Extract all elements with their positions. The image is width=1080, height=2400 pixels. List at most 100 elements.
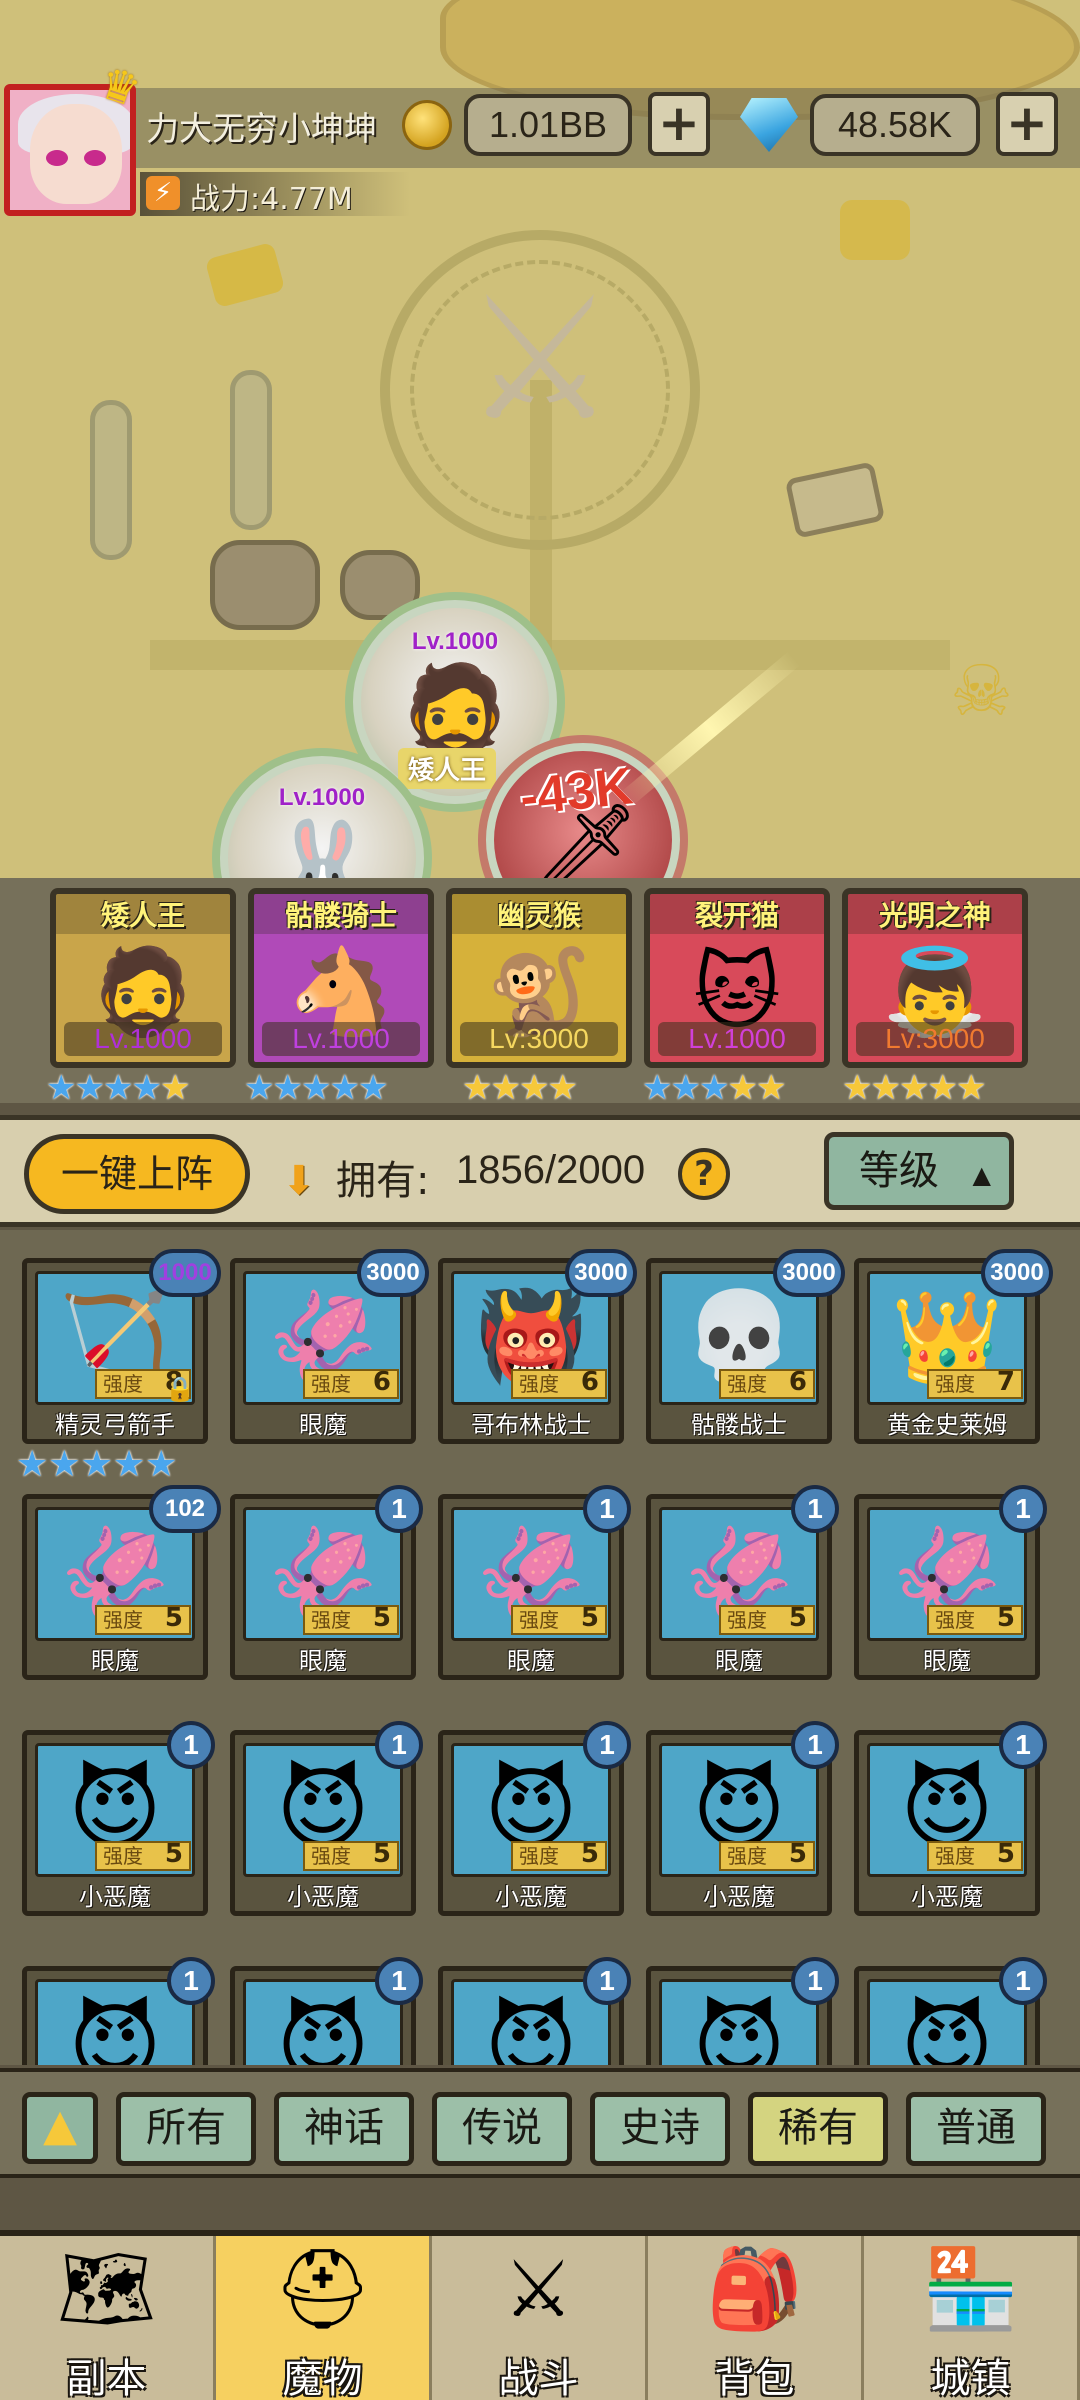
power-rating: 强度 5 [303, 1841, 399, 1871]
power-label: 强度 [519, 1372, 559, 1396]
hero-level: Lv:3000 [460, 1022, 618, 1056]
nav-item[interactable]: ⛑ 魔物 [216, 2236, 432, 2400]
gold-star-icon: ★ [927, 1068, 958, 1108]
monster-card[interactable]: 😈 1 [854, 1957, 1047, 2066]
top-hud: ♛ 力大无穷小坤坤 1.01BB + 48.58K + ⚡ 战力:4.77M [0, 57, 1080, 217]
hero-name: 矮人王 [56, 894, 230, 934]
power-value: 5 [788, 1839, 807, 1869]
combat-power: ⚡ 战力:4.77M [140, 172, 410, 217]
power-rating: 强度 5 [511, 1841, 607, 1871]
monster-card[interactable]: 🦑 强度 5 眼魔 102 [22, 1485, 221, 1680]
collapse-button[interactable]: ▲ [22, 2092, 98, 2164]
map-marker[interactable] [840, 200, 910, 260]
power-label: 强度 [935, 1844, 975, 1868]
hero-name: 矮人王 [398, 748, 497, 789]
filter-button[interactable]: 所有 [116, 2092, 256, 2166]
power-label: 强度 [935, 1608, 975, 1632]
monster-card[interactable]: 💀 强度 6 骷髅战士 3000 [646, 1249, 845, 1444]
monster-name: 眼魔 [923, 1647, 971, 1675]
hero-name: 骷髅骑士 [254, 894, 428, 934]
skull-icon[interactable]: ☠ [950, 650, 1013, 732]
count-badge: 1 [167, 1721, 215, 1769]
count-badge: 1 [791, 1957, 839, 2005]
power-rating: 强度 5 [719, 1605, 815, 1635]
monster-card[interactable]: 😈 强度 5 小恶魔 1 [646, 1721, 839, 1916]
lineup-card[interactable]: 裂开猫 🐱 Lv.1000 [644, 888, 830, 1068]
monster-card[interactable]: 😈 1 [230, 1957, 423, 2065]
gold-star-icon: ★ [870, 1068, 901, 1108]
sort-by-level-button[interactable]: 等级 ▲ [824, 1132, 1014, 1210]
power-icon: ⚡ [146, 176, 180, 210]
owned-count: 1856/2000 [456, 1148, 646, 1192]
count-badge: 1 [999, 1957, 1047, 2005]
map-marker[interactable] [204, 241, 286, 309]
monster-card[interactable]: 🦑 强度 5 眼魔 1 [646, 1485, 839, 1680]
lineup-card[interactable]: 光明之神 👼 Lv:3000 [842, 888, 1028, 1068]
monster-card[interactable]: 😈 1 [646, 1957, 839, 2066]
monster-card[interactable]: 😈 强度 5 小恶魔 1 [230, 1721, 423, 1916]
monster-sprite: 😈 [692, 1993, 786, 2066]
add-gold-button[interactable]: + [648, 92, 710, 156]
monster-card[interactable]: 👑 强度 7 黄金史莱姆 3000 [854, 1249, 1053, 1444]
monster-card[interactable]: 😈 1 [22, 1957, 215, 2066]
power-rating: 强度 5 [95, 1841, 191, 1871]
monster-card[interactable]: 👹 强度 6 哥布林战士 3000 [438, 1249, 637, 1444]
filter-button[interactable]: 普通 [906, 2092, 1046, 2166]
add-gems-button[interactable]: + [996, 92, 1058, 156]
filter-button[interactable]: 传说 [432, 2092, 572, 2166]
monster-card[interactable]: 🦑 强度 5 眼魔 1 [230, 1485, 423, 1680]
nav-item[interactable]: ⚔ 战斗 [432, 2236, 648, 2400]
help-icon[interactable]: ? [678, 1148, 730, 1200]
gold-star-icon: ★ [955, 1068, 987, 1108]
power-rating: 强度 7 [927, 1369, 1023, 1399]
count-badge: 1 [375, 1957, 423, 2005]
filter-button[interactable]: 史诗 [590, 2092, 730, 2166]
monster-card[interactable]: 🏹 强度 8 🔒 精灵弓箭手 1000 [22, 1249, 221, 1444]
monster-name: 黄金史莱姆 [887, 1411, 1007, 1439]
power-value: 5 [580, 1839, 599, 1869]
blue-star-icon: ★ [112, 1444, 146, 1485]
monster-card[interactable]: 😈 强度 5 小恶魔 1 [438, 1721, 631, 1916]
count-badge: 1 [791, 1485, 839, 1533]
nav-label: 城镇 [930, 2356, 1011, 2400]
monster-sprite: 😈 [900, 1993, 994, 2066]
slash-effect [619, 651, 801, 807]
blue-star-icon: ★ [244, 1068, 275, 1108]
power-label: 强度 [103, 1372, 143, 1396]
power-label: 强度 [103, 1608, 143, 1632]
gold-amount: 1.01BB [464, 94, 632, 156]
team-lineup: 矮人王 🧔 Lv.1000 骷髅骑士 🐴 Lv.1000 幽灵猴 🐒 Lv:30… [0, 878, 1080, 1106]
blue-star-icon: ★ [300, 1068, 332, 1108]
monster-card[interactable]: 😈 强度 5 小恶魔 1 [854, 1721, 1047, 1916]
monster-card[interactable]: 🦑 强度 5 眼魔 1 [854, 1485, 1047, 1680]
power-rating: 强度 5 [511, 1605, 607, 1635]
lineup-card[interactable]: 骷髅骑士 🐴 Lv.1000 [248, 888, 434, 1068]
filter-button[interactable]: 稀有 [748, 2092, 888, 2166]
power-value: 5 [372, 1603, 391, 1633]
monster-card[interactable]: 🦑 强度 6 眼魔 3000 [230, 1249, 429, 1444]
filter-button[interactable]: 神话 [274, 2092, 414, 2166]
monster-card[interactable]: 😈 强度 5 小恶魔 1 [22, 1721, 215, 1916]
crossed-swords-icon[interactable]: ⚔ [430, 260, 650, 460]
gold-star-icon: ★ [755, 1068, 787, 1108]
monster-sprite: 😈 [68, 1993, 162, 2066]
auto-deploy-button[interactable]: 一键上阵 [24, 1134, 250, 1214]
monster-name: 眼魔 [715, 1647, 763, 1675]
lineup-card[interactable]: 矮人王 🧔 Lv.1000 [50, 888, 236, 1068]
power-rating: 强度 5 [927, 1841, 1023, 1871]
power-value: 7 [996, 1367, 1015, 1397]
nav-item[interactable]: 🎒 背包 [648, 2236, 864, 2400]
power-label: 强度 [311, 1844, 351, 1868]
sort-label: 等级 [859, 1148, 939, 1194]
monster-card[interactable]: 🦑 强度 5 眼魔 1 [438, 1485, 631, 1680]
monster-card[interactable]: 😈 1 [438, 1957, 631, 2065]
gold-star-icon: ★ [727, 1068, 758, 1108]
nav-item[interactable]: 🏪 城镇 [864, 2236, 1080, 2400]
cactus-decoration [90, 400, 132, 560]
lineup-card[interactable]: 幽灵猴 🐒 Lv:3000 [446, 888, 632, 1068]
blue-star-icon: ★ [74, 1068, 105, 1108]
treasure-chest-icon[interactable] [784, 461, 886, 539]
gold-star-icon: ★ [518, 1068, 550, 1108]
nav-item[interactable]: 🗺 副本 [0, 2236, 216, 2400]
gold-star-icon: ★ [462, 1068, 493, 1108]
